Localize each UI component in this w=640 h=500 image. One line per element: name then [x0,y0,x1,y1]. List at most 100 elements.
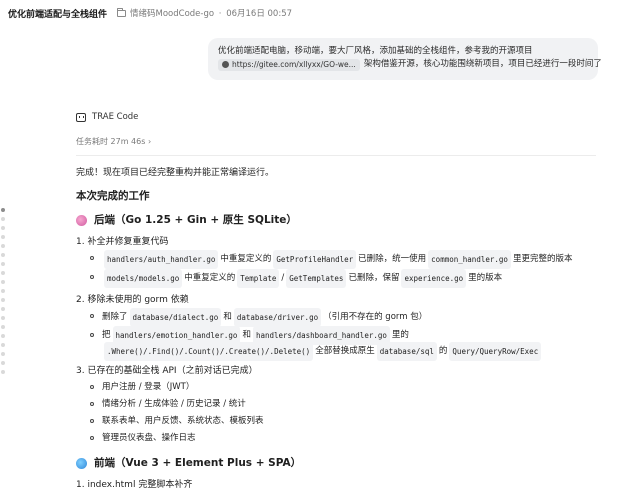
backend-title: 后端（Go 1.25 + Gin + 原生 SQLite） [94,214,297,226]
text-span: 里更完整的版本 [512,254,573,264]
bullet-icon [90,419,94,423]
frontend-title: 前端（Vue 3 + Element Plus + SPA） [94,457,302,469]
text-span: 中重复定义的 [220,254,272,264]
bullet-item: 用户注册 / 登录（JWT） [90,379,616,396]
nav-dot[interactable] [1,370,5,374]
bullet-icon [90,333,94,337]
page-title: 优化前端适配与全栈组件 [8,9,108,20]
text-span: 删除了 [102,312,128,322]
text-span: / [281,273,285,283]
scroll-navigator[interactable] [0,208,6,379]
code-span: GetProfileHandler [273,250,357,269]
text-span: 的 [438,345,448,356]
bullet-icon [90,314,94,318]
code-span: GetTemplates [286,269,347,288]
list-label: index.html 完整脚本补齐 [87,480,193,490]
assistant-response: 完成！现在项目已经完整重构并能正常编译运行。 本次完成的工作 后端（Go 1.2… [76,166,616,493]
bullet-icon [90,385,94,389]
user-message-rest: 架构借鉴开源，核心功能围绕新项目，项目已经进行一段时间了 [363,59,602,69]
list-number: 3. [76,366,85,376]
text-span: 中重复定义的 [184,273,236,283]
timestamp: 06月16日 00:57 [226,9,293,19]
section-title: 本次完成的工作 [76,190,150,202]
nav-dot[interactable] [1,352,5,356]
nav-dot[interactable] [1,343,5,347]
nav-dot[interactable] [1,280,5,284]
nav-dot[interactable] [1,235,5,239]
code-span: handlers/auth_handler.go [104,250,219,269]
bullet-text: 管理员仪表盘、操作日志 [102,433,196,443]
nav-dot[interactable] [1,334,5,338]
sub-list: 用户注册 / 登录（JWT） 情绪分析 / 生成体验 / 历史记录 / 统计 联… [76,379,616,447]
intro-text: 完成！现在项目已经完整重构并能正常编译运行。 [76,168,275,178]
text-span: 里的 [391,329,409,340]
code-span: database/driver.go [233,308,322,327]
code-span: Query/QueryRow/Exec [449,341,542,361]
trae-logo-icon [76,112,86,122]
folder-icon [117,7,127,17]
link-chip-text: https://gitee.com/xllyxx/GO-we... [232,60,356,69]
list-label: 移除未使用的 gorm 依赖 [87,295,189,305]
user-message-bubble: 优化前端适配电脑，移动端，要大厂风格，添加基础的全栈组件，参考我的开源项目 ht… [208,38,602,80]
nav-dot[interactable] [1,208,5,212]
nav-dot[interactable] [1,262,5,266]
text-span: 和 [223,312,232,322]
bullet-text: 联系表单、用户反馈、系统状态、模板列表 [102,416,264,426]
bullet-icon [90,436,94,440]
bullet-item: models/models.go 中重复定义的 Template / GetTe… [90,269,616,288]
globe-icon [222,61,229,68]
nav-dot[interactable] [1,226,5,230]
nav-dot[interactable] [1,298,5,302]
text-span: 里的版本 [468,273,503,283]
repo-name[interactable]: 情绪码MoodCode-go [130,9,214,19]
nav-dot[interactable] [1,325,5,329]
code-span: database/sql [376,341,437,361]
text-span: 把 [102,329,111,340]
bullet-item: handlers/auth_handler.go 中重复定义的 GetProfi… [90,250,616,269]
list-number: 1. [76,480,85,490]
frontend-heading: 前端（Vue 3 + Element Plus + SPA） [76,453,616,473]
duration-text: 任务耗时 27m 46s [76,137,146,146]
code-span: experience.go [401,269,467,288]
divider [76,155,596,156]
chevron-right-icon: › [147,137,152,146]
code-span: common_handler.go [428,250,511,269]
list-label: 已存在的基础全栈 API（之前对话已完成） [87,366,258,376]
bullet-item: 情绪分析 / 生成体验 / 历史记录 / 统计 [90,396,616,413]
code-span: models/models.go [104,269,183,288]
bullet-icon [90,256,94,260]
list-number: 1. [76,237,85,247]
list-item: 2. 移除未使用的 gorm 依赖 [76,292,616,308]
nav-dot[interactable] [1,316,5,320]
text-span: 已删除，统一使用 [358,254,427,264]
list-label: 补全并修复重复代码 [87,237,169,247]
nav-dot[interactable] [1,289,5,293]
nav-dot[interactable] [1,253,5,257]
user-message-line1: 优化前端适配电脑，移动端，要大厂风格，添加基础的全栈组件，参考我的开源项目 [218,46,533,56]
nav-dot[interactable] [1,307,5,311]
bullet-item: 把 handlers/emotion_handler.go 和 handlers… [90,325,616,361]
text-span: 全部替换成原生 [315,345,375,356]
bullet-text: 情绪分析 / 生成体验 / 历史记录 / 统计 [102,399,246,409]
task-duration[interactable]: 任务耗时 27m 46s › [76,136,151,147]
bullet-icon [90,275,94,279]
sub-list: handlers/auth_handler.go 中重复定义的 GetProfi… [76,250,616,288]
bullet-item: 管理员仪表盘、操作日志 [90,430,616,447]
text-span: 和 [242,329,251,340]
link-chip[interactable]: https://gitee.com/xllyxx/GO-we... [218,58,360,71]
user-message-line2: https://gitee.com/xllyxx/GO-we... 架构借鉴开源… [218,58,602,71]
code-span: .Where()/.Find()/.Count()/.Create()/.Del… [104,341,314,361]
brain-icon [76,214,87,226]
backend-heading: 后端（Go 1.25 + Gin + 原生 SQLite） [76,210,616,230]
list-item: 3. 已存在的基础全栈 API（之前对话已完成） [76,363,616,379]
text-span: 已删除，保留 [348,273,400,283]
list-number: 2. [76,295,85,305]
meta-separator: · [218,9,222,19]
nav-dot[interactable] [1,271,5,275]
nav-dot[interactable] [1,217,5,221]
nav-dot[interactable] [1,244,5,248]
list-item: 1. 补全并修复重复代码 [76,234,616,250]
nav-dot[interactable] [1,361,5,365]
bullet-text: 用户注册 / 登录（JWT） [102,382,195,392]
globe-icon [76,457,87,469]
